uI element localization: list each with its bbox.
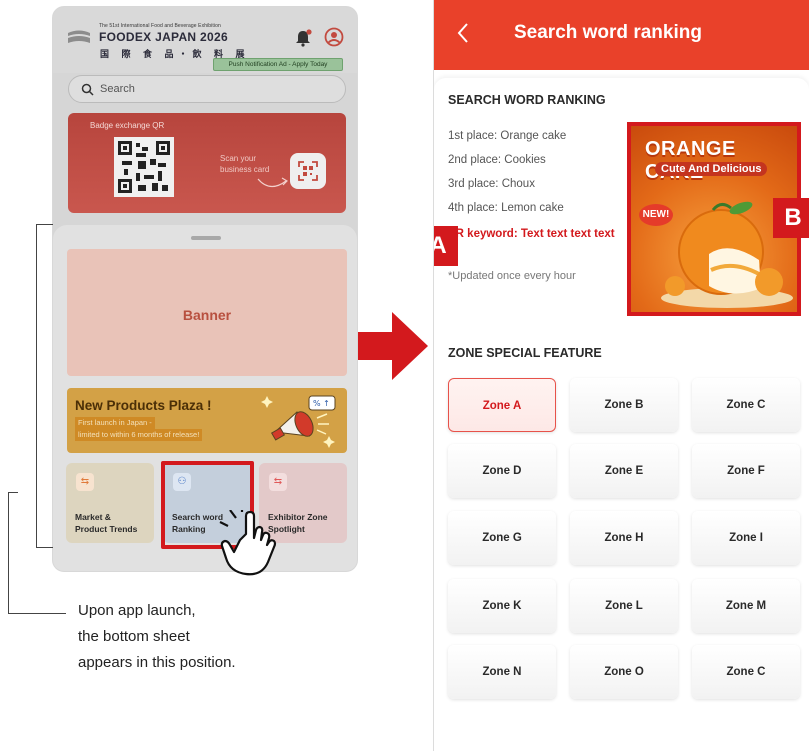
card-label-line2: Product Trends xyxy=(75,524,138,534)
zone-button[interactable]: Zone D xyxy=(448,444,556,498)
scan-card-button[interactable] xyxy=(290,153,326,189)
zone-button[interactable]: Zone C xyxy=(692,378,800,432)
section-title-zone: ZONE SPECIAL FEATURE xyxy=(448,346,602,360)
zone-button[interactable]: Zone N xyxy=(448,645,556,699)
stage: The 51st International Food and Beverage… xyxy=(0,0,809,751)
search-placeholder: Search xyxy=(100,83,135,95)
search-input[interactable]: Search xyxy=(68,75,346,103)
sheet-bracket xyxy=(36,224,53,548)
bottom-sheet[interactable]: Banner New Products Plaza ! First launch… xyxy=(53,225,357,571)
zone-button[interactable]: Zone A xyxy=(448,378,556,432)
banner-slot[interactable]: Banner xyxy=(67,249,347,376)
qr-code-icon xyxy=(114,137,174,197)
new-badge: NEW! xyxy=(639,204,673,226)
badge-exchange-card[interactable]: Badge exchange QR Scan your business car… xyxy=(68,113,346,213)
zone-button[interactable]: Zone K xyxy=(448,579,556,633)
curved-arrow-icon xyxy=(257,177,288,188)
zone-button[interactable]: Zone B xyxy=(570,378,678,432)
caption-bracket xyxy=(8,492,18,614)
scan-text-line1: Scan your xyxy=(220,154,257,163)
launch-caption: Upon app launch, the bottom sheet appear… xyxy=(78,598,236,676)
badge-title: Badge exchange QR xyxy=(90,121,165,130)
transition-arrow-icon xyxy=(358,312,428,380)
annotation-label-b: B xyxy=(773,198,809,238)
ranking-item[interactable]: 3rd place: Choux xyxy=(448,178,535,190)
plaza-subtitle-1: First launch in Japan - xyxy=(75,417,155,429)
left-phone-screen: The 51st International Food and Beverage… xyxy=(52,6,358,572)
logo-title: FOODEX JAPAN 2026 xyxy=(99,30,228,44)
push-notification-ad[interactable]: Push Notification Ad - Apply Today xyxy=(213,58,343,71)
zone-button[interactable]: Zone M xyxy=(692,579,800,633)
caption-line1: Upon app launch, xyxy=(78,602,196,619)
zone-button[interactable]: Zone G xyxy=(448,511,556,565)
zone-button[interactable]: Zone F xyxy=(692,444,800,498)
plaza-title: New Products Plaza ! xyxy=(75,398,212,413)
ranking-header: Search word ranking xyxy=(434,0,809,70)
card-label-line1: Market & xyxy=(75,512,111,522)
zone-button[interactable]: Zone I xyxy=(692,511,800,565)
pr-keyword[interactable]: PR keyword: Text text text text xyxy=(448,227,618,242)
left-app-header: The 51st International Food and Beverage… xyxy=(53,7,357,73)
banner-label: Banner xyxy=(182,307,232,323)
page-title: Search word ranking xyxy=(514,22,702,43)
logo-small-text: The 51st International Food and Beverage… xyxy=(99,23,221,29)
right-phone-screen: Search word ranking SEARCH WORD RANKING … xyxy=(433,0,809,751)
caption-line2: the bottom sheet xyxy=(78,628,190,645)
updated-note: *Updated once every hour xyxy=(448,270,576,282)
ranking-item[interactable]: 4th place: Lemon cake xyxy=(448,202,564,214)
bell-icon[interactable] xyxy=(294,29,312,47)
zone-button[interactable]: Zone H xyxy=(570,511,678,565)
scan-icon xyxy=(298,161,318,181)
megaphone-icon: % ↑ xyxy=(261,395,336,448)
zone-button[interactable]: Zone E xyxy=(570,444,678,498)
tap-hand-icon xyxy=(219,510,277,576)
ad-title: ORANGE CAKE xyxy=(645,138,736,183)
annotation-label-a: A xyxy=(434,226,458,266)
caption-line3: appears in this position. xyxy=(78,654,236,671)
foodex-logo-icon xyxy=(68,30,90,43)
plaza-subtitle-2: limited to within 6 months of release! xyxy=(75,429,203,441)
zone-button[interactable]: Zone O xyxy=(570,645,678,699)
ranking-item[interactable]: 2nd place: Cookies xyxy=(448,154,546,166)
zone-button[interactable]: Zone L xyxy=(570,579,678,633)
profile-icon[interactable] xyxy=(324,27,344,47)
new-products-plaza-banner[interactable]: New Products Plaza ! First launch in Jap… xyxy=(67,388,347,453)
section-title-ranking: SEARCH WORD RANKING xyxy=(448,93,606,107)
market-trends-label: Market & Product Trends xyxy=(75,511,137,535)
sheet-grabber[interactable] xyxy=(191,236,221,240)
ranking-item[interactable]: 1st place: Orange cake xyxy=(448,130,566,142)
back-arrow-icon[interactable] xyxy=(456,22,470,44)
arrows-swap-icon: ⇆ xyxy=(269,473,287,491)
ad-subtitle: Cute And Delicious xyxy=(655,162,768,176)
zone-button[interactable]: Zone C xyxy=(692,645,800,699)
caption-bracket-tail xyxy=(18,613,66,614)
search-icon xyxy=(81,83,94,96)
market-trends-card[interactable]: ⇆ Market & Product Trends xyxy=(66,463,154,543)
svg-text:% ↑: % ↑ xyxy=(313,399,330,408)
arrows-swap-icon: ⇆ xyxy=(76,473,94,491)
